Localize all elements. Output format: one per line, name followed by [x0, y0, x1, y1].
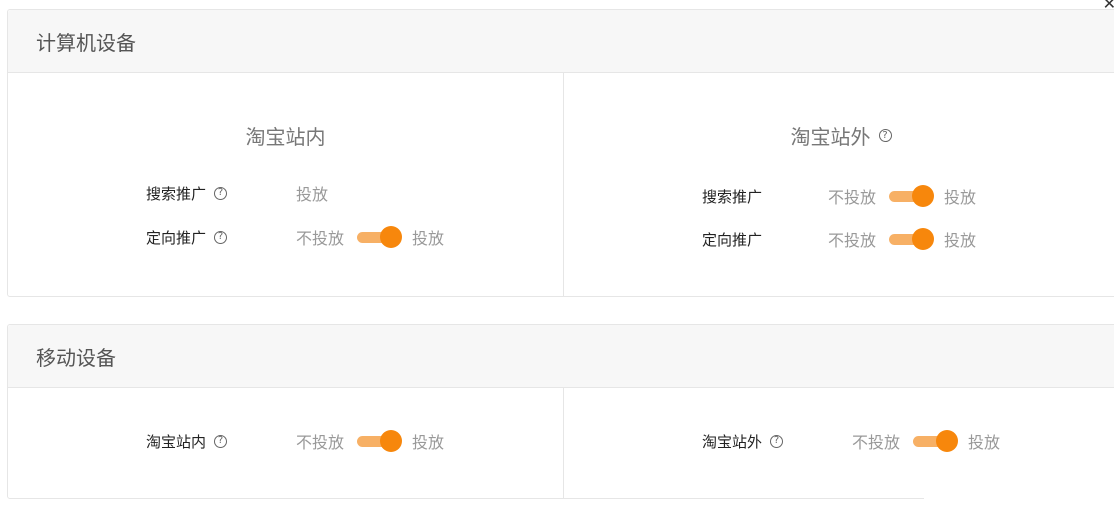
targeted-promotion-row: 定向推广 ? 不投放 投放	[146, 225, 444, 249]
mobile-devices-panel: 移动设备 淘宝站内 ? 不投放 投放 淘宝站外 ? 不投放 投放	[7, 324, 1114, 499]
option-on-label: 投放	[296, 185, 329, 204]
column-title: 淘宝站外 ?	[564, 121, 1114, 150]
panel-body: 淘宝站内 ? 不投放 投放 淘宝站外 ? 不投放 投放	[8, 388, 1114, 498]
option-on-label[interactable]: 投放	[412, 429, 444, 453]
mobile-internal-column: 淘宝站内 ? 不投放 投放	[8, 388, 563, 498]
row-label: 搜索推广 ?	[146, 183, 296, 204]
search-promotion-row: 搜索推广 ? 投放	[146, 181, 328, 205]
page: ✕ 计算机设备 淘宝站内 搜索推广 ? 投放 定向推广 ? 不投放 投放 淘宝站…	[0, 0, 1114, 523]
panel-body: 淘宝站内 搜索推广 ? 投放 定向推广 ? 不投放 投放 淘宝站外 ? 搜索推广…	[8, 73, 1114, 296]
question-circle-icon[interactable]: ?	[214, 434, 228, 448]
question-circle-icon[interactable]: ?	[770, 434, 784, 448]
option-off-label[interactable]: 不投放	[296, 429, 344, 453]
taobao-external-row: 淘宝站外 ? 不投放 投放	[702, 429, 1000, 453]
mobile-external-column: 淘宝站外 ? 不投放 投放	[563, 388, 1114, 498]
question-circle-icon[interactable]: ?	[214, 186, 228, 200]
option-off-label[interactable]: 不投放	[828, 184, 876, 208]
column-title: 淘宝站内	[245, 125, 326, 149]
option-on-label[interactable]: 投放	[944, 227, 976, 251]
taobao-internal-column: 淘宝站内 搜索推广 ? 投放 定向推广 ? 不投放 投放	[8, 73, 563, 296]
toggle-knob	[380, 226, 403, 248]
bottom-mask	[924, 495, 1114, 523]
row-label: 搜索推广	[702, 187, 763, 206]
toggle-knob	[936, 430, 959, 452]
targeted-promotion-row: 定向推广 不投放 投放	[702, 227, 976, 251]
row-label: 淘宝站内 ?	[146, 431, 296, 452]
panel-title: 计算机设备	[36, 30, 136, 55]
toggle-knob	[912, 185, 935, 207]
toggle-knob	[912, 228, 935, 250]
toggle-switch[interactable]	[357, 225, 403, 249]
row-label: 定向推广 ?	[146, 227, 296, 248]
taobao-internal-row: 淘宝站内 ? 不投放 投放	[146, 429, 444, 453]
panel-title: 移动设备	[36, 345, 116, 370]
computer-devices-panel: 计算机设备 淘宝站内 搜索推广 ? 投放 定向推广 ? 不投放 投放 淘宝站外 …	[7, 9, 1114, 297]
row-label: 淘宝站外 ?	[702, 431, 852, 452]
toggle-switch[interactable]	[913, 429, 959, 453]
toggle-knob	[380, 430, 403, 452]
search-promotion-row: 搜索推广 不投放 投放	[702, 184, 976, 208]
panel-header: 移动设备	[8, 325, 1114, 388]
option-off-label[interactable]: 不投放	[828, 227, 876, 251]
option-on-label[interactable]: 投放	[412, 225, 444, 249]
option-on-label[interactable]: 投放	[944, 184, 976, 208]
toggle-switch[interactable]	[889, 184, 935, 208]
question-circle-icon[interactable]: ?	[878, 129, 892, 142]
question-circle-icon[interactable]: ?	[214, 230, 228, 244]
option-on-label[interactable]: 投放	[968, 429, 1000, 453]
panel-header: 计算机设备	[8, 10, 1114, 73]
toggle-switch[interactable]	[357, 429, 403, 453]
option-off-label[interactable]: 不投放	[296, 225, 344, 249]
option-off-label[interactable]: 不投放	[852, 429, 900, 453]
toggle-switch[interactable]	[889, 227, 935, 251]
row-label: 定向推广	[702, 230, 763, 249]
taobao-external-column: 淘宝站外 ? 搜索推广 不投放 投放 定向推广 不投放 投放	[563, 73, 1114, 296]
